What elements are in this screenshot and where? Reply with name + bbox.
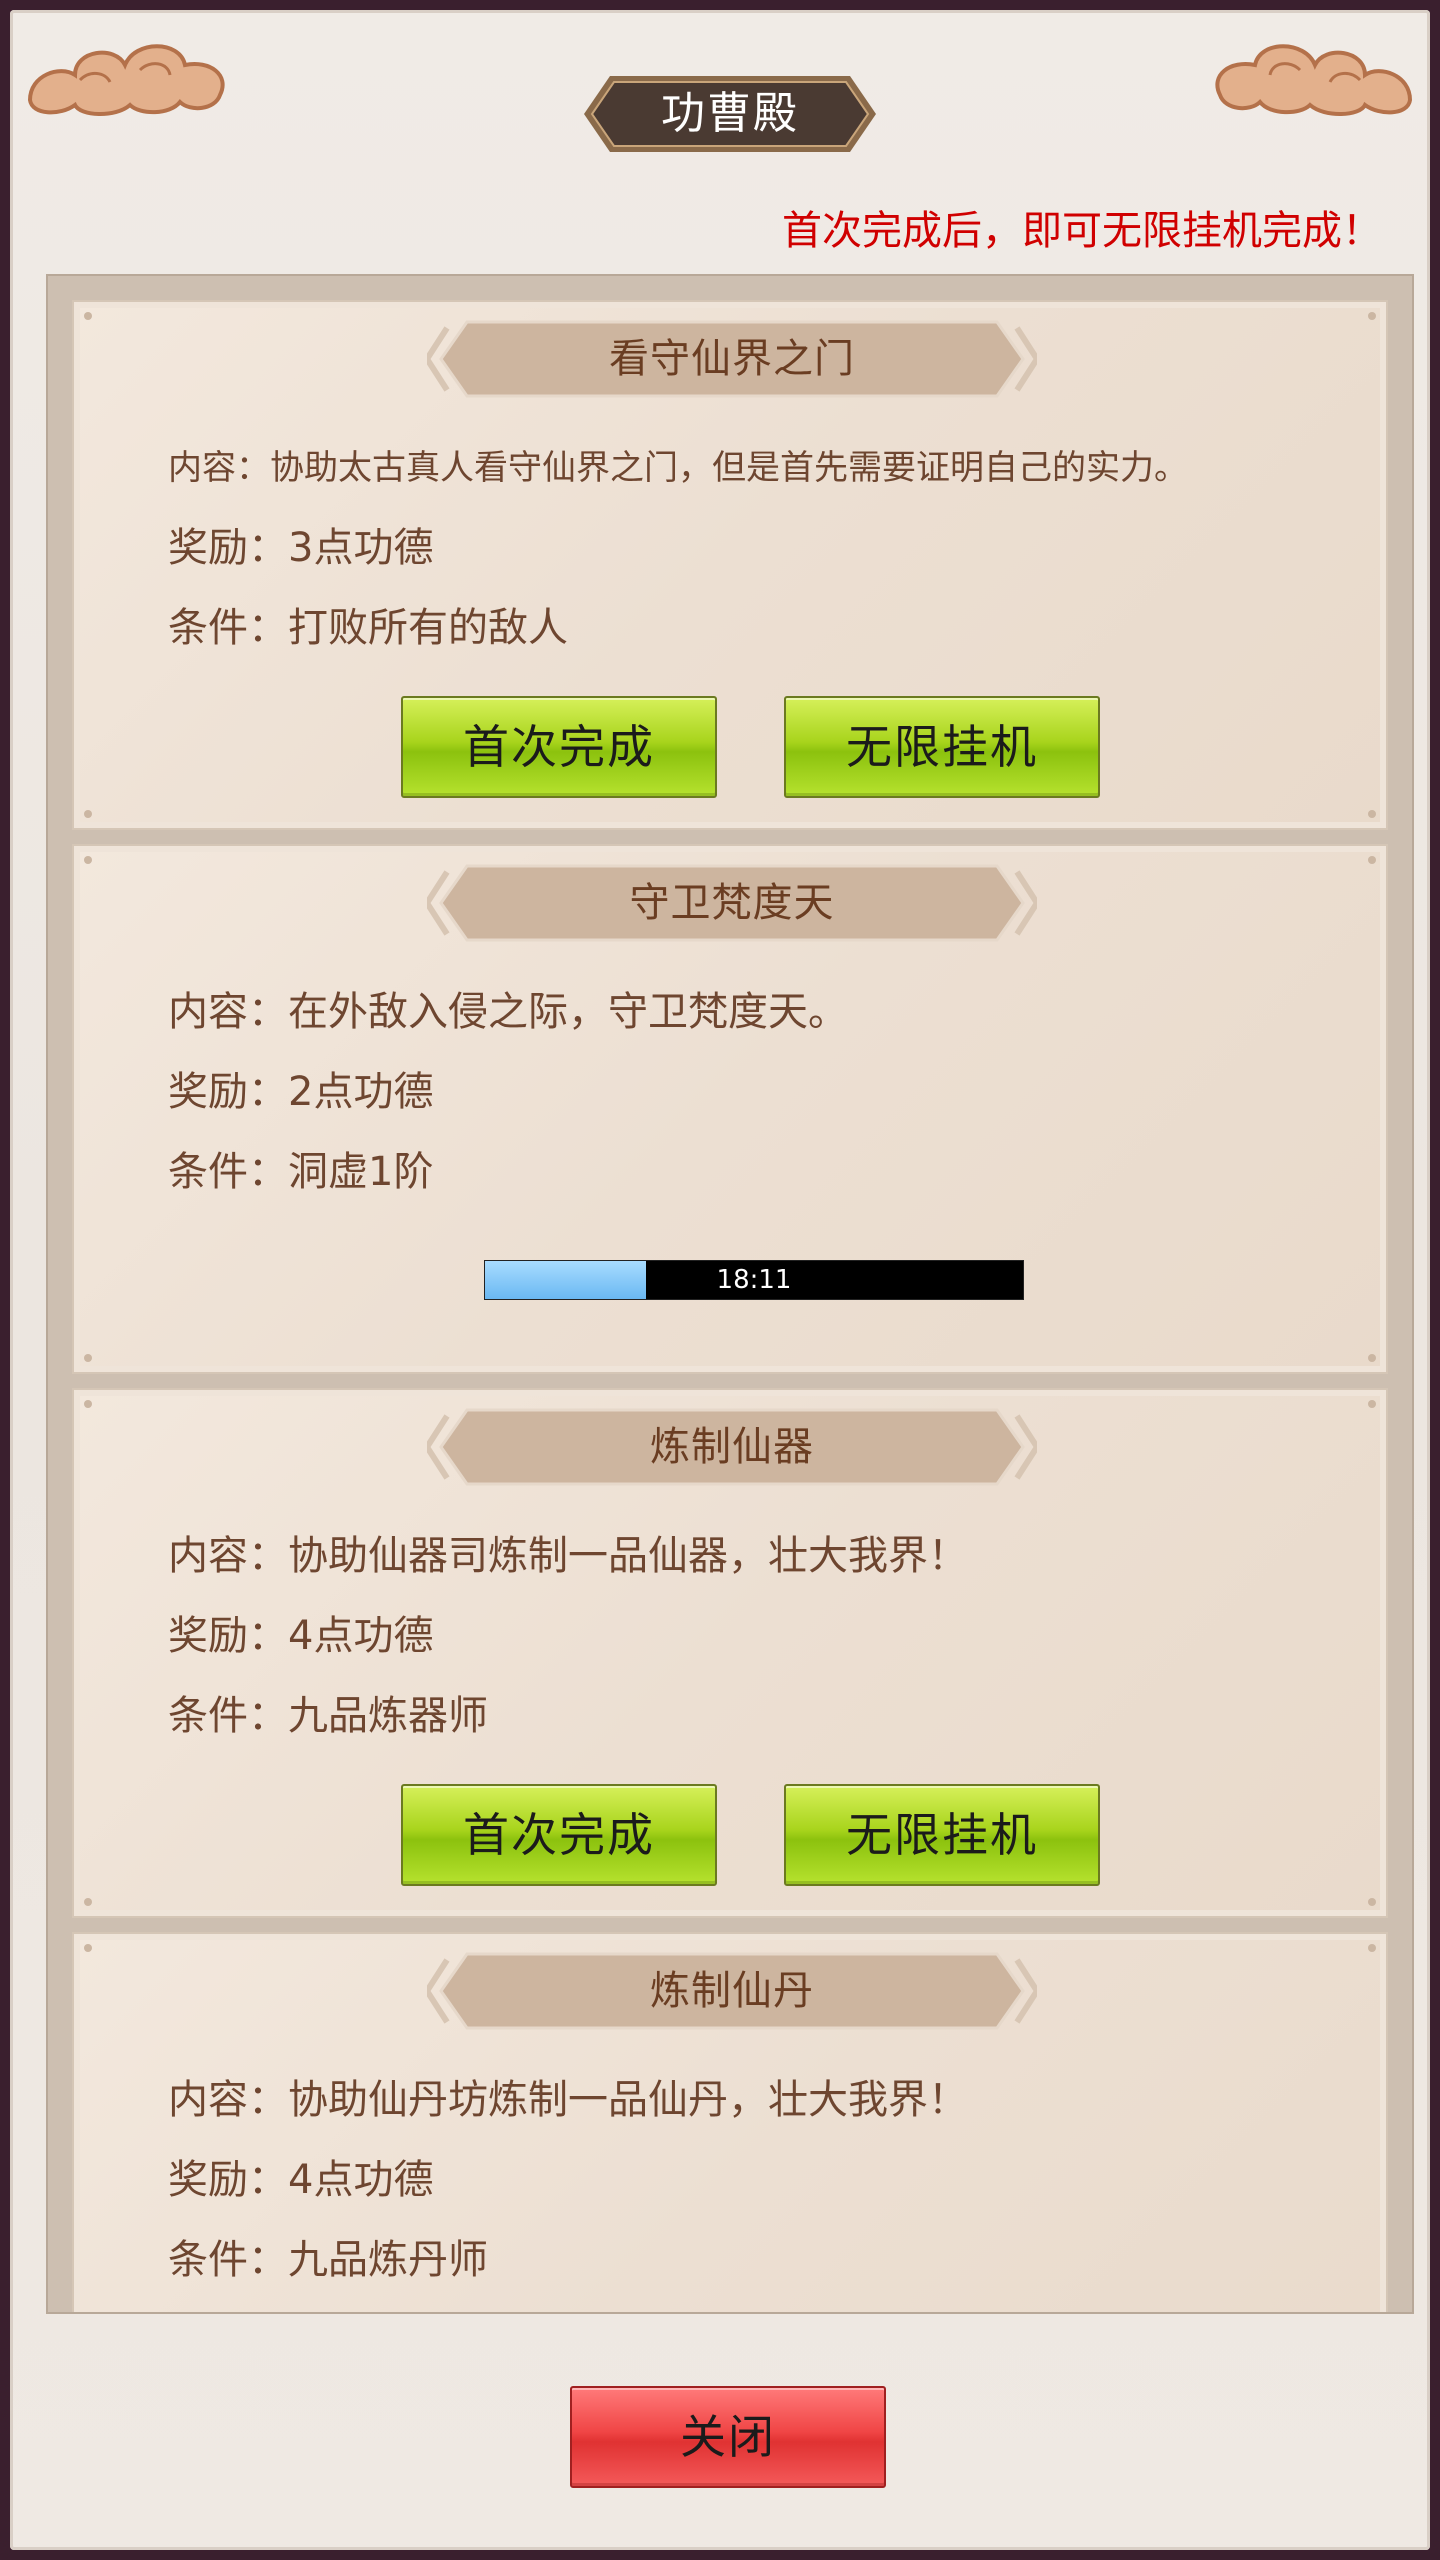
task-content: 协助仙丹坊炼制一品仙丹，壮大我界！ xyxy=(288,2077,968,2123)
title-plaque: 功曹殿 xyxy=(580,72,880,156)
task-title: 炼制仙丹 xyxy=(650,1968,814,2014)
task-content-row: 内容：协助仙器司炼制一品仙器，壮大我界！ xyxy=(168,1533,968,1579)
task-progress-bar: 18:11 xyxy=(484,1260,1024,1300)
task-condition-row: 条件：打败所有的敌人 xyxy=(168,605,568,651)
task-reward: 3点功德 xyxy=(288,525,434,571)
idle-complete-button[interactable]: 无限挂机 xyxy=(784,1784,1100,1886)
task-list[interactable]: 看守仙界之门 内容：协助太古真人看守仙界之门，但是首先需要证明自己的实力。 奖励… xyxy=(46,274,1414,2314)
notice-text: 首次完成后，即可无限挂机完成！ xyxy=(782,208,1382,254)
task-reward-row: 奖励：2点功德 xyxy=(168,1069,434,1115)
task-title: 看守仙界之门 xyxy=(609,336,855,382)
task-condition: 打败所有的敌人 xyxy=(288,605,568,651)
task-condition: 九品炼丹师 xyxy=(288,2237,488,2283)
first-complete-button[interactable]: 首次完成 xyxy=(401,1784,717,1886)
cloud-ornament-left-icon xyxy=(27,44,225,116)
task-content-row: 内容：协助仙丹坊炼制一品仙丹，壮大我界！ xyxy=(168,2077,968,2123)
task-content: 协助仙器司炼制一品仙器，壮大我界！ xyxy=(288,1533,968,1579)
task-title-banner: 炼制仙丹 xyxy=(74,1950,1390,2032)
cloud-ornament-right-icon xyxy=(1215,44,1413,116)
task-reward-row: 奖励：4点功德 xyxy=(168,2157,434,2203)
task-condition: 洞虚1阶 xyxy=(288,1149,434,1195)
task-reward-row: 奖励：3点功德 xyxy=(168,525,434,571)
task-title-banner: 炼制仙器 xyxy=(74,1406,1390,1488)
task-reward: 4点功德 xyxy=(288,1613,434,1659)
task-content-row: 内容：协助太古真人看守仙界之门，但是首先需要证明自己的实力。 xyxy=(168,448,1188,488)
task-reward-row: 奖励：4点功德 xyxy=(168,1613,434,1659)
task-card: 炼制仙器 内容：协助仙器司炼制一品仙器，壮大我界！ 奖励：4点功德 条件：九品炼… xyxy=(72,1388,1388,1918)
first-complete-button[interactable]: 首次完成 xyxy=(401,696,717,798)
dialog-frame: 功曹殿 首次完成后，即可无限挂机完成！ 看守仙界之门 内容：协助太古真人看守仙界… xyxy=(10,10,1430,2550)
task-reward: 4点功德 xyxy=(288,2157,434,2203)
task-condition-row: 条件：九品炼丹师 xyxy=(168,2237,488,2283)
task-title: 守卫梵度天 xyxy=(629,880,835,926)
task-card: 守卫梵度天 内容：在外敌入侵之际，守卫梵度天。 奖励：2点功德 条件：洞虚1阶 … xyxy=(72,844,1388,1374)
task-title: 炼制仙器 xyxy=(650,1424,814,1470)
dialog-title: 功曹殿 xyxy=(661,88,799,139)
task-condition-row: 条件：九品炼器师 xyxy=(168,1693,488,1739)
task-content: 在外敌入侵之际，守卫梵度天。 xyxy=(288,989,848,1035)
task-card: 炼制仙丹 内容：协助仙丹坊炼制一品仙丹，壮大我界！ 奖励：4点功德 条件：九品炼… xyxy=(72,1932,1390,2312)
task-title-banner: 守卫梵度天 xyxy=(74,862,1390,944)
task-content: 协助太古真人看守仙界之门，但是首先需要证明自己的实力。 xyxy=(270,448,1188,488)
idle-complete-button[interactable]: 无限挂机 xyxy=(784,696,1100,798)
task-reward: 2点功德 xyxy=(288,1069,434,1115)
task-content-row: 内容：在外敌入侵之际，守卫梵度天。 xyxy=(168,989,848,1035)
progress-timer: 18:11 xyxy=(716,1265,792,1295)
close-button[interactable]: 关闭 xyxy=(570,2386,886,2488)
task-title-banner: 看守仙界之门 xyxy=(74,318,1390,400)
task-condition: 九品炼器师 xyxy=(288,1693,488,1739)
task-card: 看守仙界之门 内容：协助太古真人看守仙界之门，但是首先需要证明自己的实力。 奖励… xyxy=(72,300,1388,830)
task-condition-row: 条件：洞虚1阶 xyxy=(168,1149,434,1195)
